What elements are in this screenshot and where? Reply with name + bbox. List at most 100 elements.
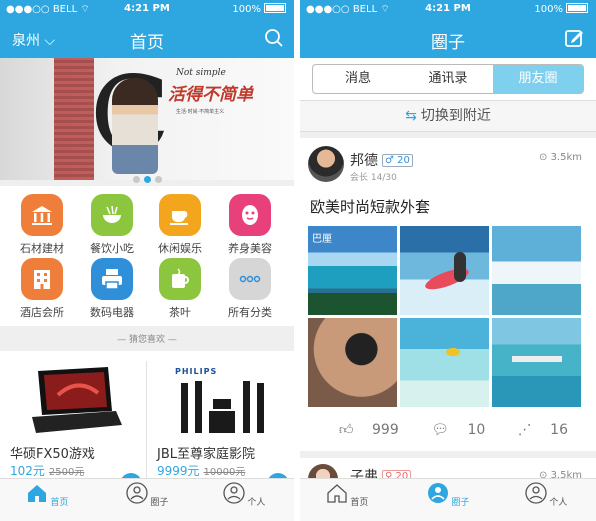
tab-home[interactable]: 首页 xyxy=(317,482,377,508)
product-name: JBL至尊家庭影院 xyxy=(157,447,255,462)
photo-trees xyxy=(308,293,397,315)
distance-value: 3.5km xyxy=(550,152,582,163)
category-tea[interactable]: 茶叶 xyxy=(150,258,210,320)
tab-home[interactable]: 首页 xyxy=(17,482,77,508)
brand-logo: PHILIPS xyxy=(175,367,218,376)
category-label: 所有分类 xyxy=(228,306,272,319)
category-stone[interactable]: 石材建材 xyxy=(12,194,72,256)
category-label: 石材建材 xyxy=(20,242,64,255)
post-text: 欧美时尚短款外套 xyxy=(310,198,431,216)
tab-profile[interactable]: 个人 xyxy=(214,482,274,508)
photo-caption: 巴厘 xyxy=(312,234,332,245)
avatar[interactable] xyxy=(308,146,344,182)
tab-contacts[interactable]: 通讯录 xyxy=(403,65,493,93)
like-button[interactable]: 👍︎ 999 xyxy=(339,422,413,438)
post-card: 邦德 ♂ 20 会长 14/30 ⊙ 3.5km 欧美时尚短款外套 巴厘 👍︎ 9… xyxy=(300,138,596,451)
category-leisure[interactable]: 休闲娱乐 xyxy=(150,194,210,256)
banner-slogan: 活得不简单 xyxy=(168,85,253,105)
nav-bar: 圈子 xyxy=(300,18,596,58)
age: 20 xyxy=(397,155,410,166)
carousel-dot[interactable] xyxy=(154,176,162,183)
carousel-dot-active[interactable] xyxy=(143,176,151,183)
tab-circle[interactable]: 圈子 xyxy=(117,482,177,508)
tab-label: 个人 xyxy=(247,498,266,508)
tab-label: 圈子 xyxy=(451,498,470,508)
status-bar: ●●●○○ BELL ⌔ 4:21 PM 100% xyxy=(300,0,596,18)
people-icon xyxy=(427,483,448,503)
tab-label: 首页 xyxy=(350,498,369,508)
bowl-icon xyxy=(91,194,133,236)
product-card[interactable]: 华硕FX50游戏 102元 2500元 xyxy=(0,351,146,495)
tab-bar: 首页 圈子 个人 xyxy=(0,478,294,521)
product-card[interactable]: PHILIPS JBL至尊家庭影院 9999元 10000元 xyxy=(147,351,293,495)
category-hotel[interactable]: 酒店会所 xyxy=(12,258,72,320)
comment-icon: 💬︎ xyxy=(431,422,449,438)
coffee-icon xyxy=(159,194,201,236)
tab-profile[interactable]: 个人 xyxy=(516,482,576,508)
banner-model xyxy=(112,78,158,174)
banner[interactable]: C Not simple 活得不简单 生活·时尚·不简单主义 xyxy=(0,58,294,180)
battery: 100% xyxy=(232,3,286,15)
photo-1[interactable]: 巴厘 xyxy=(308,226,397,315)
product-name: 华硕FX50游戏 xyxy=(10,447,95,462)
photo-6[interactable] xyxy=(492,318,581,407)
photo-2[interactable] xyxy=(400,226,489,315)
laptop-image xyxy=(32,367,122,433)
switch-label: 切换到附近 xyxy=(420,108,491,124)
user-name[interactable]: 邦德 ♂ 20 xyxy=(350,150,413,170)
battery-percent: 100% xyxy=(534,4,563,15)
location-icon: ⊙ xyxy=(538,152,548,163)
surfer xyxy=(454,252,466,282)
tab-messages[interactable]: 消息 xyxy=(313,65,403,93)
thumbs-up-icon: 👍︎ xyxy=(338,422,354,438)
category-beauty[interactable]: 养身美容 xyxy=(220,194,280,256)
banner-scarf xyxy=(54,58,94,180)
share-icon: ⋰ xyxy=(517,422,532,438)
printer-icon xyxy=(91,258,133,300)
section-label: — 猜您喜欢 — xyxy=(117,335,177,345)
tab-circle[interactable]: 圈子 xyxy=(418,482,478,508)
price-value: 102元 xyxy=(10,464,45,478)
boat xyxy=(446,348,460,356)
section-label-text: 猜您喜欢 xyxy=(128,335,165,345)
banner-small-text: 生活·时尚·不简单主义 xyxy=(176,109,225,115)
tab-label: 个人 xyxy=(549,498,568,508)
edit-icon[interactable] xyxy=(564,28,584,48)
more-icon xyxy=(229,258,271,300)
photo-3[interactable] xyxy=(492,226,581,315)
page-title: 首页 xyxy=(130,33,164,53)
category-label: 休闲娱乐 xyxy=(158,242,202,255)
category-digital[interactable]: 数码电器 xyxy=(82,258,142,320)
old-price: 2500元 xyxy=(48,467,85,478)
person-icon xyxy=(524,482,547,504)
tab-moments[interactable]: 朋友圈 xyxy=(493,65,583,93)
category-label: 茶叶 xyxy=(169,306,191,319)
category-label: 养身美容 xyxy=(228,242,272,255)
category-all[interactable]: 所有分类 xyxy=(220,258,280,320)
speaker-image xyxy=(181,381,264,433)
tab-bar: 首页 圈子 个人 xyxy=(300,478,596,521)
category-label: 酒店会所 xyxy=(20,306,64,319)
category-food[interactable]: 餐饮小吃 xyxy=(82,194,142,256)
switch-nearby-button[interactable]: ⇆ 切换到附近 xyxy=(300,100,596,132)
face-mask-icon xyxy=(229,194,271,236)
price-value: 9999元 xyxy=(157,464,200,478)
comment-count: 10 xyxy=(467,422,486,438)
photo-5[interactable] xyxy=(400,318,489,407)
distance: ⊙ 3.5km xyxy=(539,152,582,163)
search-icon[interactable] xyxy=(264,28,284,48)
share-button[interactable]: ⋰ 16 xyxy=(518,422,582,438)
circle-screen: ●●●○○ BELL ⌔ 4:21 PM 100% 圈子 消息 通讯录 朋友圈 … xyxy=(300,0,596,521)
carousel-dot[interactable] xyxy=(132,176,140,183)
comment-button[interactable]: 💬︎ 10 xyxy=(431,422,499,438)
swap-icon: ⇆ xyxy=(405,108,417,124)
battery-icon xyxy=(264,3,286,13)
home-screen: ●●●○○ BELL ⌔ 4:21 PM 100% 泉州 ⌵ 首页 C Not … xyxy=(0,0,294,521)
page-title: 圈子 xyxy=(431,33,465,53)
boat xyxy=(512,356,562,362)
post-stats: 👍︎ 999 💬︎ 10 ⋰ 16 xyxy=(339,421,596,438)
photo-4[interactable] xyxy=(308,318,397,407)
segmented-control: 消息 通讯录 朋友圈 xyxy=(312,64,584,94)
carousel-dots xyxy=(0,168,294,187)
like-count: 999 xyxy=(372,422,399,438)
